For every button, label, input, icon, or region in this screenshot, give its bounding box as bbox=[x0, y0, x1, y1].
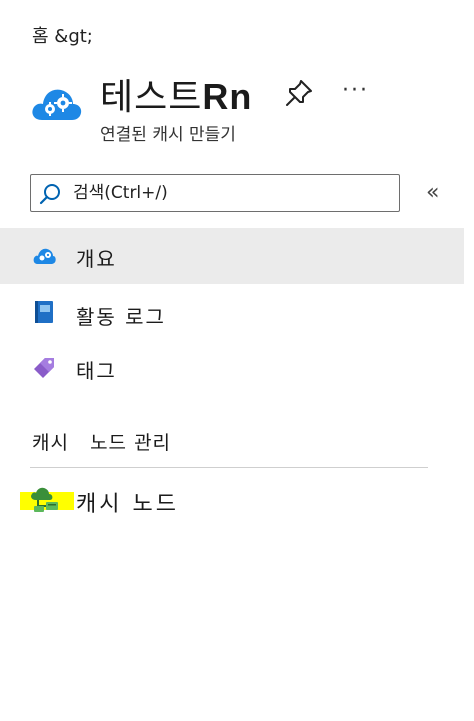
tag-icon bbox=[34, 358, 54, 378]
activity-log-icon bbox=[35, 301, 53, 323]
nav-item-label: 캐시 노드 bbox=[76, 492, 179, 517]
nav-item-label: 활동 로그 bbox=[76, 305, 166, 329]
nav-item-tags[interactable]: 태그 bbox=[0, 340, 464, 396]
page-title-suffix: Rn bbox=[202, 76, 253, 117]
breadcrumb[interactable]: 홈 &gt; bbox=[32, 22, 93, 48]
nav-item-label: 태그 bbox=[76, 359, 117, 383]
nav-item-overview[interactable]: 개요 bbox=[0, 228, 464, 284]
pin-icon[interactable] bbox=[284, 78, 314, 108]
section-header: 캐시 노드 관리 bbox=[32, 432, 172, 454]
section-divider bbox=[30, 467, 428, 468]
cloud-gear-icon bbox=[33, 248, 56, 264]
cloud-gear-icon bbox=[32, 89, 82, 120]
left-navigation-pane: 홈 &gt; 테스트Rn ··· 연결된 캐시 만들기 « bbox=[0, 0, 474, 721]
more-options-button[interactable]: ··· bbox=[342, 78, 369, 103]
page-subtitle: 연결된 캐시 만들기 bbox=[100, 125, 236, 145]
collapse-menu-button[interactable]: « bbox=[426, 180, 439, 205]
search-icon bbox=[39, 184, 60, 205]
nav-item-cache-nodes[interactable]: 캐시 노드 bbox=[0, 478, 464, 526]
nav-item-activity-log[interactable]: 활동 로그 bbox=[0, 286, 464, 342]
cache-node-icon bbox=[31, 487, 58, 512]
search-box[interactable] bbox=[30, 174, 400, 212]
search-input[interactable] bbox=[73, 180, 383, 206]
nav-item-label: 개요 bbox=[76, 247, 117, 271]
page-title-text: 테스트 bbox=[100, 77, 203, 118]
page-title: 테스트Rn bbox=[100, 68, 252, 120]
